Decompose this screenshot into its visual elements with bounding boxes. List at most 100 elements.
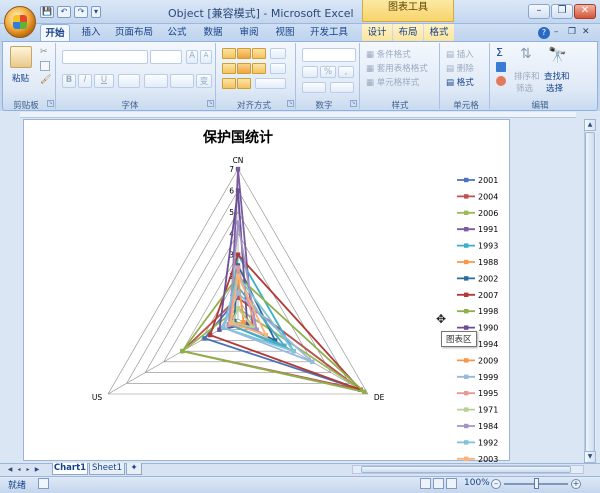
help-icon[interactable]: ?	[538, 27, 550, 39]
font-launcher-icon[interactable]: ↘	[207, 100, 214, 107]
sheet-tab-sheet1[interactable]: Sheet1	[89, 463, 125, 475]
comma-button[interactable]: ,	[338, 66, 354, 78]
legend-entry[interactable]: 2007	[478, 291, 498, 300]
align-top-icon[interactable]	[222, 48, 236, 59]
format-painter-icon[interactable]: 🖌	[40, 75, 50, 85]
radar-data-point[interactable]	[180, 349, 184, 353]
fill-color-icon[interactable]	[144, 74, 168, 88]
legend-entry[interactable]: 2004	[478, 192, 498, 201]
radar-data-point[interactable]	[362, 390, 366, 394]
italic-button[interactable]: I	[78, 74, 92, 88]
tab-insert[interactable]: 插入	[76, 24, 106, 42]
ribbon-minimize-button[interactable]: –	[554, 27, 559, 37]
tab-page-layout[interactable]: 页面布局	[112, 24, 156, 42]
legend-entry[interactable]: 1994	[478, 340, 498, 349]
align-right-icon[interactable]	[252, 63, 266, 74]
radar-series[interactable]	[180, 167, 366, 394]
legend-entry[interactable]: 1984	[478, 422, 498, 431]
last-sheet-icon[interactable]: ▶	[33, 465, 41, 474]
phonetic-icon[interactable]: 变	[196, 74, 212, 88]
legend-entry[interactable]: 1992	[478, 438, 498, 447]
macro-record-icon[interactable]	[38, 478, 49, 489]
radar-chart[interactable]: 保护国统计 01234567 CNDEUS 200120042006199119…	[24, 120, 511, 462]
tab-format[interactable]: 格式	[424, 24, 454, 42]
shrink-font-icon[interactable]: A	[200, 50, 212, 64]
legend-entry[interactable]: 1990	[478, 324, 498, 333]
find-select-label[interactable]: 查找和	[544, 70, 570, 82]
align-center-icon[interactable]	[237, 63, 251, 74]
legend-entry[interactable]: 1988	[478, 258, 498, 267]
prev-sheet-icon[interactable]: ◂	[15, 465, 23, 474]
radar-data-point[interactable]	[236, 253, 240, 257]
radar-data-point[interactable]	[228, 321, 232, 325]
close-button[interactable]: ✕	[574, 4, 596, 19]
radar-data-point[interactable]	[236, 291, 240, 295]
radar-data-point[interactable]	[241, 320, 245, 324]
radar-data-point[interactable]	[236, 188, 240, 192]
legend-entry[interactable]: 2001	[478, 176, 498, 185]
orientation-icon[interactable]	[270, 48, 286, 59]
format-as-table-button[interactable]: ▦ 套用表格格式	[366, 62, 428, 74]
tab-review[interactable]: 审阅	[234, 24, 264, 42]
decrease-indent-icon[interactable]	[222, 78, 236, 89]
ribbon-restore-button[interactable]: ❐	[568, 27, 576, 37]
sort-filter-icon[interactable]: ⇅	[520, 46, 538, 64]
tab-layout[interactable]: 布局	[393, 24, 423, 42]
undo-icon[interactable]: ↶	[57, 6, 71, 18]
conditional-formatting-button[interactable]: ▦ 条件格式	[366, 48, 411, 60]
tab-formulas[interactable]: 公式	[162, 24, 192, 42]
percent-button[interactable]: %	[320, 66, 336, 78]
chart-area[interactable]: 保护国统计 01234567 CNDEUS 200120042006199119…	[23, 119, 510, 461]
autosum-icon[interactable]: Σ	[496, 46, 503, 59]
tab-view[interactable]: 视图	[270, 24, 300, 42]
grow-font-icon[interactable]: A	[186, 50, 198, 64]
underline-button[interactable]: U	[94, 74, 114, 88]
number-format-select[interactable]	[302, 48, 356, 62]
cell-styles-button[interactable]: ▦ 单元格样式	[366, 76, 419, 88]
decrease-decimal-icon[interactable]	[330, 82, 354, 93]
next-sheet-icon[interactable]: ▸	[24, 465, 32, 474]
increase-indent-icon[interactable]	[237, 78, 251, 89]
font-size-select[interactable]	[150, 50, 182, 64]
radar-data-point[interactable]	[208, 333, 212, 337]
fill-icon[interactable]	[496, 62, 506, 72]
legend-entry[interactable]: 1999	[478, 373, 498, 382]
align-bottom-icon[interactable]	[252, 48, 266, 59]
find-select-label-2[interactable]: 选择	[546, 82, 563, 94]
legend-entry[interactable]: 2009	[478, 356, 498, 365]
zoom-slider-thumb[interactable]	[534, 478, 539, 489]
tab-home[interactable]: 开始	[40, 24, 70, 42]
page-layout-view-icon[interactable]	[433, 478, 444, 489]
vertical-scroll-thumb[interactable]	[585, 132, 595, 452]
zoom-level[interactable]: 100%	[464, 478, 490, 488]
first-sheet-icon[interactable]: ◀	[6, 465, 14, 474]
bold-button[interactable]: B	[62, 74, 76, 88]
scroll-up-icon[interactable]: ▲	[584, 119, 596, 131]
cut-icon[interactable]: ✂	[40, 47, 50, 57]
format-cells-button[interactable]: ▤ 格式	[446, 76, 474, 88]
radar-data-point[interactable]	[236, 265, 240, 269]
chart-legend[interactable]: 2001200420061991199319882002200719981990…	[457, 176, 498, 462]
radar-series-line[interactable]	[182, 308, 364, 392]
currency-icon[interactable]	[302, 66, 318, 78]
merge-center-icon[interactable]	[255, 78, 286, 89]
ribbon-close-button[interactable]: ✕	[582, 27, 590, 37]
normal-view-icon[interactable]	[420, 478, 431, 489]
scroll-down-icon[interactable]: ▼	[584, 451, 596, 463]
alignment-launcher-icon[interactable]: ↘	[287, 100, 294, 107]
font-name-select[interactable]	[62, 50, 148, 64]
redo-icon[interactable]: ↷	[74, 6, 88, 18]
radar-data-point[interactable]	[221, 325, 225, 329]
legend-entry[interactable]: 1971	[478, 406, 498, 415]
tab-design[interactable]: 设计	[362, 24, 392, 42]
radar-data-point[interactable]	[236, 306, 240, 310]
save-icon[interactable]: 💾	[40, 6, 54, 18]
radar-data-point[interactable]	[264, 333, 268, 337]
page-break-view-icon[interactable]	[446, 478, 457, 489]
zoom-out-icon[interactable]: –	[491, 479, 501, 489]
font-color-icon[interactable]	[170, 74, 194, 88]
radar-data-point[interactable]	[236, 274, 240, 278]
sort-filter-label[interactable]: 排序和	[514, 70, 540, 82]
paste-icon[interactable]	[10, 46, 32, 68]
legend-entry[interactable]: 2002	[478, 274, 498, 283]
